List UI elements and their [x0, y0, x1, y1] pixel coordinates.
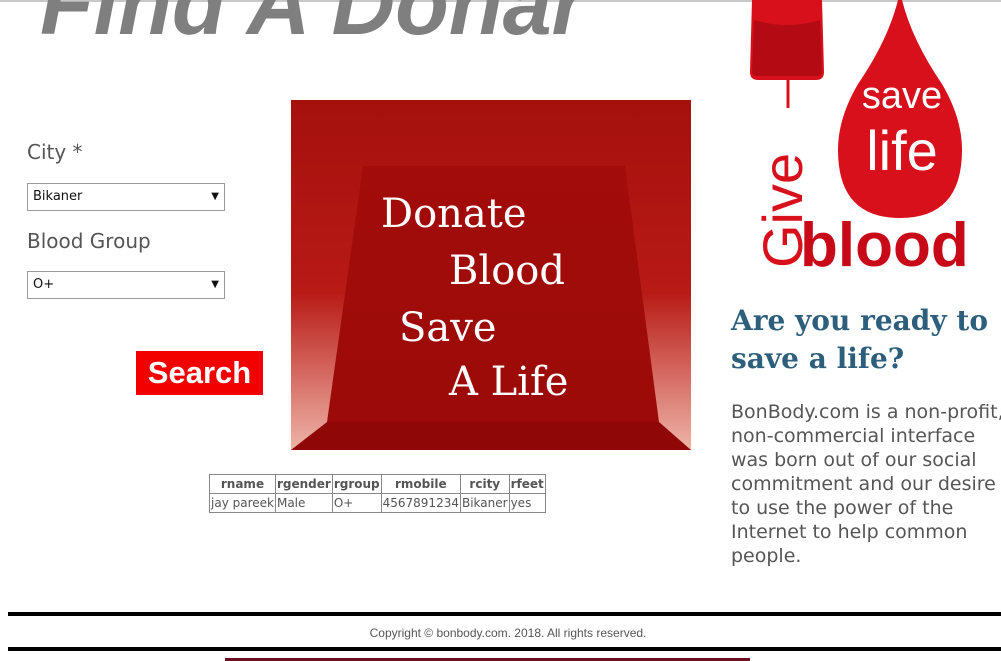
page-heading: Find A Donar [40, 0, 586, 53]
column-header: rfeet [508, 474, 546, 494]
table-cell: jay pareek [209, 493, 276, 513]
chevron-down-icon: ▼ [211, 191, 219, 202]
city-select-value: Bikaner [33, 189, 83, 204]
poster-save-text: save [862, 75, 942, 117]
city-label: City * [27, 140, 83, 164]
sidebar-title: Are you ready to save a life? [731, 304, 989, 375]
give-blood-poster: Give save life blood [740, 0, 1001, 280]
banner-line: Donate [381, 191, 527, 237]
search-button[interactable]: Search [136, 351, 263, 395]
column-header: rmobile [380, 474, 461, 494]
banner-line: A Life [449, 359, 569, 405]
city-select[interactable]: Bikaner ▼ [27, 183, 225, 211]
table-cell: Bikaner [459, 493, 510, 513]
poster-blood-text: blood [800, 211, 969, 280]
sidebar-description: BonBody.com is a non-profit, non-commerc… [731, 401, 1001, 567]
blood-drop-illustration: Give save life blood [750, 0, 969, 280]
table-row: jay pareek Male O+ 4567891234 Bikaner ye… [209, 493, 546, 513]
column-header: rname [209, 474, 276, 494]
table-cell: 4567891234 [380, 493, 461, 513]
table-cell: Male [274, 493, 333, 513]
table-cell: yes [508, 493, 546, 513]
footer-copyright: Copyright © bonbody.com. 2018. All right… [369, 626, 647, 640]
table-cell: O+ [331, 493, 382, 513]
poster-life-text: life [866, 119, 938, 182]
column-header: rgender [274, 474, 333, 494]
blood-group-label: Blood Group [27, 229, 151, 253]
footer-bottom-rule [8, 647, 1001, 651]
chevron-down-icon: ▼ [211, 279, 219, 290]
donor-results-table: rname rgender rgroup rmobile rcity rfeet… [209, 474, 546, 513]
column-header: rgroup [331, 474, 382, 494]
banner-line: Save [399, 305, 497, 351]
banner-line: Blood [449, 248, 565, 294]
table-header-row: rname rgender rgroup rmobile rcity rfeet [209, 474, 546, 494]
column-header: rcity [459, 474, 510, 494]
donate-blood-banner: Donate Blood Save A Life [291, 100, 691, 450]
blood-group-select-value: O+ [33, 277, 55, 292]
blood-group-select[interactable]: O+ ▼ [27, 271, 225, 299]
footer-top-rule [8, 612, 1001, 616]
